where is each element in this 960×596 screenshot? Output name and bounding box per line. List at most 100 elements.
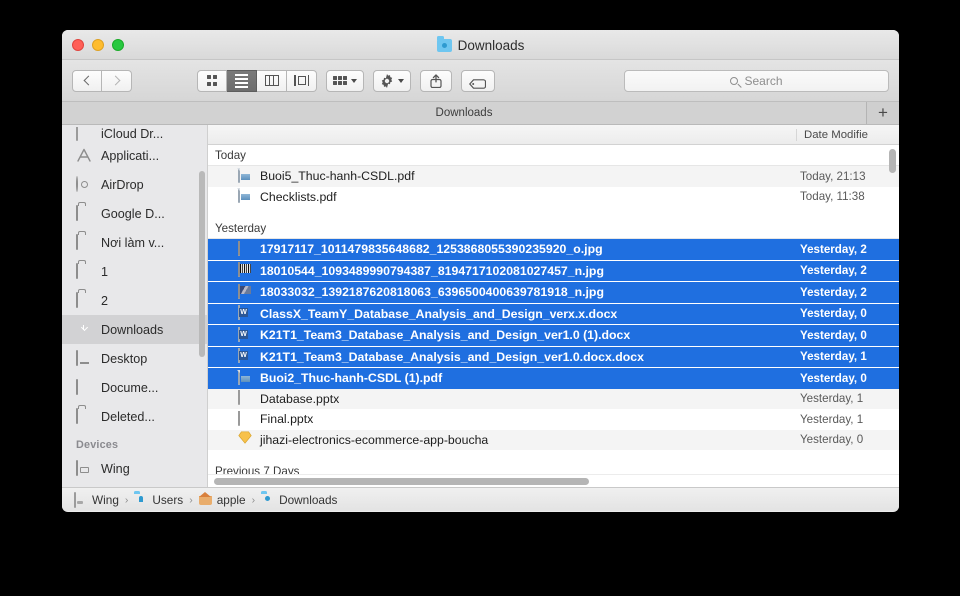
harddisk-icon <box>74 493 87 506</box>
file-date: Yesterday, 0 <box>796 329 899 342</box>
file-date: Yesterday, 1 <box>796 392 899 405</box>
sidebar-section-devices: Devices <box>62 431 207 454</box>
table-row[interactable]: W ClassX_TeamY_Database_Analysis_and_Des… <box>208 304 899 325</box>
tab-downloads[interactable]: Downloads <box>62 102 867 124</box>
breadcrumb-users[interactable]: Users <box>134 493 183 507</box>
navigation-buttons <box>72 70 132 92</box>
sidebar-item-label: 1 <box>101 265 108 279</box>
sidebar-item-label: 2 <box>101 294 108 308</box>
file-date: Yesterday, 1 <box>796 350 899 363</box>
folder-icon <box>76 264 93 280</box>
group-spacer <box>208 450 899 461</box>
view-mode-segmented-control <box>197 70 317 92</box>
back-button[interactable] <box>72 70 102 92</box>
table-row[interactable]: 17917117_1011479835648682_12538680553902… <box>208 239 899 260</box>
cloud-icon <box>76 127 93 141</box>
file-date: Yesterday, 2 <box>796 243 899 256</box>
breadcrumb-wing[interactable]: Wing <box>74 493 119 507</box>
sidebar-item-label: Downloads <box>101 323 163 337</box>
file-name: jihazi-electronics-ecommerce-app-boucha <box>260 433 488 447</box>
table-row[interactable]: W K21T1_Team3_Database_Analysis_and_Desi… <box>208 325 899 346</box>
tab-bar: Downloads + <box>62 102 899 125</box>
tags-button[interactable] <box>461 70 495 92</box>
chevron-down-icon <box>351 79 357 83</box>
sidebar-item-airdrop[interactable]: AirDrop <box>62 170 207 199</box>
group-rows-yesterday: 17917117_1011479835648682_12538680553902… <box>208 239 899 450</box>
group-header-today[interactable]: Today <box>208 145 899 166</box>
file-date: Yesterday, 0 <box>796 433 899 446</box>
file-name: ClassX_TeamY_Database_Analysis_and_Desig… <box>260 307 617 321</box>
table-row[interactable]: Buoi2_Thuc-hanh-CSDL (1).pdf Yesterday, … <box>208 368 899 389</box>
table-row[interactable]: Final.pptx Yesterday, 1 <box>208 409 899 430</box>
column-view-button[interactable] <box>257 70 287 92</box>
vertical-scrollbar[interactable] <box>889 149 896 173</box>
table-row[interactable]: Database.pptx Yesterday, 1 <box>208 389 899 410</box>
sketch-icon <box>238 431 253 448</box>
table-row[interactable]: Checklists.pdf Today, 11:38 <box>208 187 899 208</box>
folder-icon <box>76 235 93 251</box>
table-row[interactable]: Buoi5_Thuc-hanh-CSDL.pdf Today, 21:13 <box>208 166 899 187</box>
applications-icon <box>76 148 93 164</box>
list-view-button[interactable] <box>227 70 257 92</box>
sidebar-item-icloud-drive[interactable]: iCloud Dr... <box>62 127 207 141</box>
docx-icon: W <box>238 305 253 322</box>
file-name: Checklists.pdf <box>260 190 337 204</box>
documents-icon <box>76 380 93 396</box>
chevron-right-icon <box>110 76 120 86</box>
breadcrumb-apple[interactable]: apple <box>199 493 246 507</box>
sidebar-item-wing[interactable]: Wing <box>62 454 207 483</box>
column-header-date-modified[interactable]: Date Modifie <box>796 129 899 141</box>
sidebar-item-label: AirDrop <box>101 178 144 192</box>
arrange-button[interactable] <box>326 70 364 92</box>
breadcrumb-downloads[interactable]: Downloads <box>261 493 337 507</box>
sidebar-item-deleted[interactable]: Deleted... <box>62 402 207 431</box>
share-button[interactable] <box>420 70 452 92</box>
table-row[interactable]: jihazi-electronics-ecommerce-app-boucha … <box>208 430 899 451</box>
search-field[interactable]: Search <box>624 70 889 92</box>
chevron-down-icon <box>398 79 404 83</box>
sidebar-item-label: Google D... <box>101 207 165 221</box>
action-button[interactable] <box>373 70 411 92</box>
group-spacer <box>208 207 899 218</box>
sidebar-item-applications[interactable]: Applicati... <box>62 141 207 170</box>
pptx-icon <box>238 390 253 407</box>
sidebar-item-label: Nơi làm v... <box>101 236 164 250</box>
horizontal-scrollbar[interactable] <box>214 478 589 485</box>
sidebar-item-documents[interactable]: Docume... <box>62 373 207 402</box>
chevron-left-icon <box>84 76 94 86</box>
icon-view-button[interactable] <box>197 70 227 92</box>
pdf-icon <box>238 168 253 185</box>
table-row[interactable]: W K21T1_Team3_Database_Analysis_and_Desi… <box>208 347 899 368</box>
sidebar-item-2[interactable]: 2 <box>62 286 207 315</box>
gallery-view-button[interactable] <box>287 70 317 92</box>
sidebar-item-google-drive[interactable]: Google D... <box>62 199 207 228</box>
sidebar-scrollbar[interactable] <box>199 171 205 357</box>
folder-downloads-icon <box>261 493 274 506</box>
plus-icon: + <box>878 103 888 123</box>
pdf-icon <box>238 188 253 205</box>
file-name-cell: W K21T1_Team3_Database_Analysis_and_Desi… <box>208 348 796 365</box>
group-header-yesterday[interactable]: Yesterday <box>208 218 899 239</box>
table-row[interactable]: 18033032_1392187620818063_63965004006397… <box>208 282 899 303</box>
finder-window: Downloads <box>62 30 899 512</box>
file-name-cell: 18010544_1093489990794387_81947171020810… <box>208 262 796 279</box>
sidebar-item-remote-disc[interactable]: Remote... <box>62 483 207 487</box>
breadcrumb-label: Downloads <box>279 493 337 507</box>
forward-button[interactable] <box>102 70 132 92</box>
file-date: Yesterday, 2 <box>796 264 899 277</box>
sidebar-item-label: Applicati... <box>101 149 159 163</box>
folder-downloads-icon <box>437 39 452 52</box>
sidebar-item-label: iCloud Dr... <box>101 127 163 141</box>
sidebar-item-desktop[interactable]: Desktop <box>62 344 207 373</box>
gallery-icon <box>294 75 310 86</box>
table-row[interactable]: 18010544_1093489990794387_81947171020810… <box>208 261 899 282</box>
window-title: Downloads <box>458 38 525 53</box>
sidebar-item-downloads[interactable]: Downloads <box>62 315 207 344</box>
sidebar-item-noi-lam-viec[interactable]: Nơi làm v... <box>62 228 207 257</box>
file-name-cell: Buoi5_Thuc-hanh-CSDL.pdf <box>208 168 796 185</box>
docx-icon: W <box>238 327 253 344</box>
new-tab-button[interactable]: + <box>867 102 899 124</box>
arrange-icon <box>333 76 347 85</box>
share-icon <box>430 74 442 88</box>
sidebar-item-1[interactable]: 1 <box>62 257 207 286</box>
